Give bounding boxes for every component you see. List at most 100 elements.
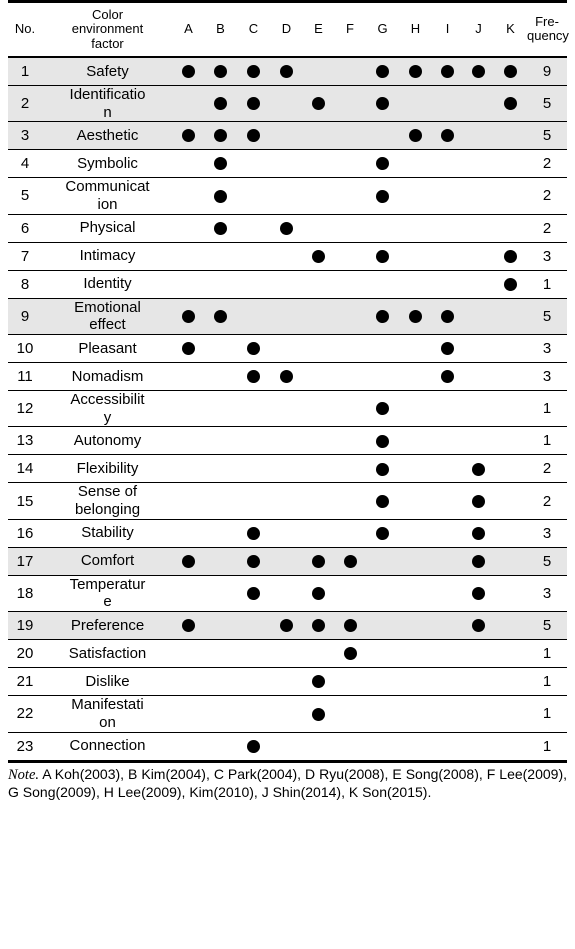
- mark-cell-filled: [463, 454, 494, 484]
- frequency-value: 2: [527, 454, 567, 484]
- table-sheet: No. Color environment factor A B C D E F…: [0, 0, 575, 949]
- frequency-value: 1: [527, 667, 567, 697]
- mark-cell-filled: [303, 575, 334, 613]
- mark-cell-empty: [334, 732, 366, 761]
- mark-cell-empty: [173, 149, 204, 179]
- mark-cell-empty: [463, 639, 494, 669]
- factor-label: Intimacy: [42, 242, 173, 271]
- mark-cell-filled: [204, 298, 237, 336]
- mark-cell-empty: [270, 85, 303, 123]
- mark-cell-empty: [494, 362, 527, 392]
- mark-cell-empty: [270, 334, 303, 364]
- filled-circle-icon: [409, 65, 422, 79]
- mark-cell-empty: [303, 334, 334, 364]
- table-row: 13 Autonomy 1: [8, 426, 567, 456]
- mark-cell-empty: [432, 85, 463, 123]
- header-source-f: F: [334, 0, 366, 58]
- mark-cell-empty: [399, 242, 432, 271]
- mark-cell-empty: [270, 639, 303, 669]
- mark-cell-empty: [494, 547, 527, 576]
- mark-cell-empty: [270, 242, 303, 271]
- mark-cell-empty: [270, 547, 303, 576]
- frequency-value: 1: [527, 426, 567, 456]
- factor-label: Physical: [42, 214, 173, 243]
- mark-cell-empty: [173, 362, 204, 392]
- mark-cell-filled: [237, 85, 270, 123]
- frequency-value: 5: [527, 298, 567, 336]
- factor-label-line1: Autonomy: [73, 432, 142, 450]
- factor-label-line1: Temperatur: [69, 575, 146, 593]
- mark-cell-filled: [432, 298, 463, 336]
- mark-cell-empty: [334, 695, 366, 733]
- mark-cell-filled: [237, 121, 270, 151]
- mark-cell-empty: [173, 214, 204, 243]
- mark-cell-empty: [303, 732, 334, 761]
- row-number: 13: [8, 426, 42, 456]
- filled-circle-icon: [376, 402, 389, 416]
- frequency-value: 5: [527, 611, 567, 641]
- factor-label: Preference: [42, 611, 173, 641]
- mark-cell-empty: [494, 298, 527, 336]
- mark-cell-empty: [432, 242, 463, 271]
- mark-cell-empty: [494, 575, 527, 613]
- mark-cell-empty: [173, 270, 204, 299]
- filled-circle-icon: [182, 554, 195, 568]
- filled-circle-icon: [247, 554, 260, 568]
- mark-cell-empty: [432, 732, 463, 761]
- filled-circle-icon: [376, 189, 389, 203]
- mark-cell-empty: [463, 149, 494, 179]
- mark-cell-empty: [432, 454, 463, 484]
- factor-label-line1: Manifestati: [71, 696, 144, 714]
- filled-circle-icon: [182, 342, 195, 356]
- mark-cell-empty: [270, 482, 303, 520]
- mark-cell-empty: [237, 270, 270, 299]
- mark-cell-empty: [463, 732, 494, 761]
- table-body: 1 Safety 9 2 Identificatio n 5 3 Aesthetic 5 4 Symb…: [8, 56, 567, 761]
- table-row: 4 Symbolic 2: [8, 149, 567, 179]
- mark-cell-filled: [303, 242, 334, 271]
- mark-cell-empty: [494, 695, 527, 733]
- filled-circle-icon: [312, 249, 325, 263]
- mark-cell-filled: [270, 214, 303, 243]
- mark-cell-empty: [399, 149, 432, 179]
- mark-cell-empty: [494, 482, 527, 520]
- filled-circle-icon: [472, 587, 485, 601]
- mark-cell-empty: [399, 85, 432, 123]
- row-number: 15: [8, 482, 42, 520]
- mark-cell-filled: [204, 214, 237, 243]
- factor-label-line1: Identificatio: [69, 85, 146, 103]
- mark-cell-filled: [204, 56, 237, 86]
- mark-cell-empty: [173, 695, 204, 733]
- mark-cell-empty: [463, 242, 494, 271]
- table-row: 9 Emotional effect 5: [8, 298, 567, 336]
- table-row: 15 Sense of belonging 2: [8, 482, 567, 520]
- mark-cell-empty: [334, 270, 366, 299]
- mark-cell-empty: [204, 695, 237, 733]
- mark-cell-empty: [432, 639, 463, 669]
- frequency-value: 3: [527, 362, 567, 392]
- mark-cell-empty: [432, 611, 463, 641]
- mark-cell-filled: [237, 575, 270, 613]
- mark-cell-empty: [334, 214, 366, 243]
- mark-cell-empty: [303, 56, 334, 86]
- mark-cell-empty: [432, 547, 463, 576]
- filled-circle-icon: [472, 526, 485, 540]
- factor-label: Symbolic: [42, 149, 173, 179]
- mark-cell-empty: [270, 426, 303, 456]
- filled-circle-icon: [376, 434, 389, 448]
- filled-circle-icon: [312, 554, 325, 568]
- filled-circle-icon: [214, 221, 227, 235]
- mark-cell-empty: [270, 121, 303, 151]
- mark-cell-empty: [204, 667, 237, 697]
- header-factor-line2: environment: [71, 21, 144, 37]
- mark-cell-empty: [399, 426, 432, 456]
- mark-cell-empty: [204, 482, 237, 520]
- table-row: 19 Preference 5: [8, 611, 567, 641]
- factor-label-line1: Communicat: [65, 178, 150, 196]
- factor-label-line2: on: [99, 713, 116, 731]
- mark-cell-filled: [463, 575, 494, 613]
- mark-cell-empty: [173, 242, 204, 271]
- filled-circle-icon: [312, 587, 325, 601]
- table-row: 2 Identificatio n 5: [8, 85, 567, 123]
- filled-circle-icon: [280, 221, 293, 235]
